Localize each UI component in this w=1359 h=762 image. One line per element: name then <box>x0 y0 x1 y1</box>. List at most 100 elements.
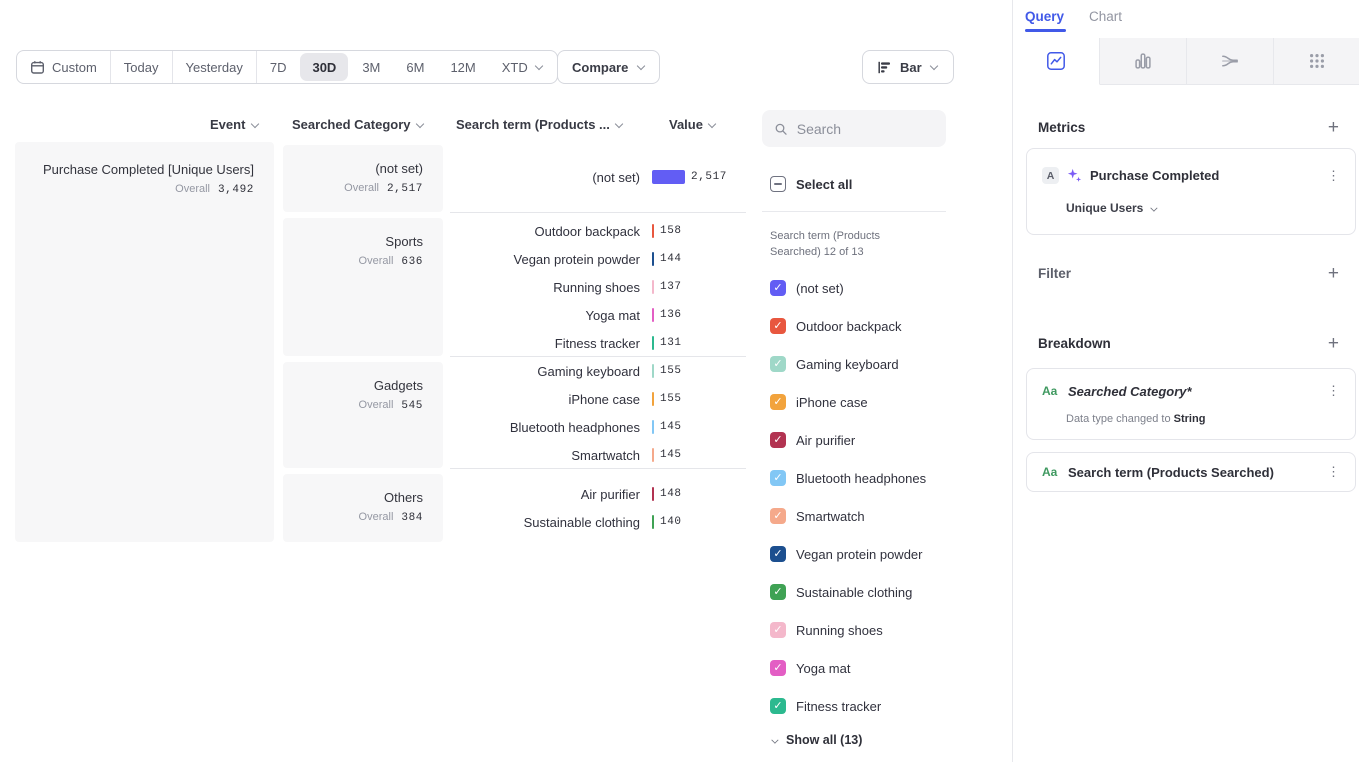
legend-item-label: Yoga mat <box>796 661 850 676</box>
event-overall: Overall 3,492 <box>15 183 254 196</box>
kebab-menu-icon[interactable]: ⋮ <box>1324 464 1343 480</box>
category-card[interactable]: (not set)Overall2,517 <box>283 145 443 212</box>
date-xtd-button[interactable]: XTD <box>489 51 557 83</box>
flows-icon <box>1220 51 1240 71</box>
column-header-searched-category[interactable]: Searched Category <box>292 117 425 132</box>
term-row[interactable]: Running shoes137 <box>450 273 746 301</box>
checkbox-checked-icon[interactable]: ✓ <box>770 318 786 334</box>
checkbox-checked-icon[interactable]: ✓ <box>770 584 786 600</box>
term-row[interactable]: Air purifier148 <box>450 480 746 508</box>
checkbox-checked-icon[interactable]: ✓ <box>770 470 786 486</box>
legend-item-label: Sustainable clothing <box>796 585 912 600</box>
measurement-selector[interactable]: Unique Users <box>1066 201 1158 215</box>
term-value: 155 <box>660 365 682 377</box>
date-custom-button[interactable]: Custom <box>17 51 110 83</box>
search-box[interactable] <box>762 110 946 147</box>
checkbox-checked-icon[interactable]: ✓ <box>770 432 786 448</box>
checkbox-checked-icon[interactable]: ✓ <box>770 508 786 524</box>
checkbox-checked-icon[interactable]: ✓ <box>770 622 786 638</box>
term-label: Yoga mat <box>450 308 640 323</box>
date-6m-button[interactable]: 6M <box>393 51 437 83</box>
term-row[interactable]: Outdoor backpack158 <box>450 217 746 245</box>
viz-tab-flows[interactable] <box>1187 38 1274 85</box>
legend-group-label: Search term (Products Searched) 12 of 13 <box>770 228 880 260</box>
search-input[interactable] <box>797 121 934 137</box>
breakdown-property-name: Searched Category* <box>1068 384 1316 399</box>
checkbox-checked-icon[interactable]: ✓ <box>770 660 786 676</box>
legend-item[interactable]: ✓ Bluetooth headphones <box>770 459 926 497</box>
legend-item[interactable]: ✓Smartwatch <box>770 497 865 535</box>
legend-item[interactable]: ✓(not set) <box>770 269 844 307</box>
date-12m-label: 12M <box>450 60 475 75</box>
legend-item[interactable]: ✓ Yoga mat <box>770 649 850 687</box>
breakdown-card-searched-category[interactable]: Aa Searched Category* ⋮ Data type change… <box>1026 368 1356 440</box>
term-row[interactable]: Fitness tracker131 <box>450 329 746 357</box>
term-row[interactable]: Smartwatch145 <box>450 441 746 469</box>
column-header-search-term[interactable]: Search term (Products ... <box>456 117 624 132</box>
column-header-event[interactable]: Event <box>210 117 259 132</box>
date-7d-button[interactable]: 7D <box>257 51 300 83</box>
viz-tab-insights[interactable] <box>1013 38 1100 85</box>
checkbox-checked-icon[interactable]: ✓ <box>770 394 786 410</box>
date-yesterday-button[interactable]: Yesterday <box>173 51 256 83</box>
legend-item[interactable]: ✓Outdoor backpack <box>770 307 902 345</box>
viz-tab-bar-chart[interactable] <box>1100 38 1187 85</box>
category-card[interactable]: OthersOverall384 <box>283 474 443 542</box>
checkbox-indeterminate-icon[interactable] <box>770 176 786 192</box>
checkbox-checked-icon[interactable]: ✓ <box>770 356 786 372</box>
legend-item-label: Bluetooth headphones <box>796 471 926 486</box>
legend-item-label: Running shoes <box>796 623 883 638</box>
term-row[interactable]: iPhone case155 <box>450 385 746 413</box>
chevron-down-icon <box>535 63 544 72</box>
select-all[interactable]: Select all <box>770 172 852 196</box>
date-3m-button[interactable]: 3M <box>349 51 393 83</box>
legend-item[interactable]: ✓Gaming keyboard <box>770 345 899 383</box>
term-row[interactable]: Bluetooth headphones145 <box>450 413 746 441</box>
category-overall: Overall545 <box>283 399 423 412</box>
term-row[interactable]: Sustainable clothing140 <box>450 508 746 536</box>
checkbox-checked-icon[interactable]: ✓ <box>770 698 786 714</box>
legend-item[interactable]: ✓Vegan protein powder <box>770 535 922 573</box>
term-label: (not set) <box>450 170 640 185</box>
date-30d-button-selected[interactable]: 30D <box>300 53 348 81</box>
term-row[interactable]: Gaming keyboard155 <box>450 357 746 385</box>
metrics-grid-icon <box>1307 51 1327 71</box>
viz-tab-metrics[interactable] <box>1274 38 1359 85</box>
date-12m-button[interactable]: 12M <box>437 51 488 83</box>
search-icon <box>774 121 788 137</box>
legend-item[interactable]: ✓ Sustainable clothing <box>770 573 912 611</box>
compare-button[interactable]: Compare <box>557 50 660 84</box>
add-metric-button[interactable]: + <box>1328 118 1339 137</box>
kebab-menu-icon[interactable]: ⋮ <box>1324 383 1343 399</box>
overall-value: 3,492 <box>218 184 254 196</box>
add-breakdown-button[interactable]: + <box>1328 334 1339 353</box>
bar-chart-icon <box>1133 51 1153 71</box>
kebab-menu-icon[interactable]: ⋮ <box>1324 168 1343 184</box>
term-label: Outdoor backpack <box>450 224 640 239</box>
term-row[interactable]: Vegan protein powder144 <box>450 245 746 273</box>
overall-label: Overall <box>344 182 379 194</box>
term-row[interactable]: (not set)2,517 <box>450 163 746 191</box>
legend-item[interactable]: ✓Fitness tracker <box>770 687 881 725</box>
date-today-button[interactable]: Today <box>111 51 172 83</box>
event-title: Purchase Completed [Unique Users] <box>15 162 254 177</box>
term-row[interactable]: Yoga mat136 <box>450 301 746 329</box>
chevron-down-icon <box>250 120 259 129</box>
column-header-value[interactable]: Value <box>669 117 717 132</box>
legend-item[interactable]: ✓Air purifier <box>770 421 855 459</box>
metric-card[interactable]: A Purchase Completed ⋮ Unique Users <box>1026 148 1356 235</box>
legend-item[interactable]: ✓iPhone case <box>770 383 868 421</box>
add-filter-button[interactable]: + <box>1328 264 1339 283</box>
checkbox-checked-icon[interactable]: ✓ <box>770 546 786 562</box>
series-filter-panel: Select all Search term (Products Searche… <box>762 0 946 762</box>
category-card[interactable]: GadgetsOverall545 <box>283 362 443 468</box>
category-card[interactable]: SportsOverall636 <box>283 218 443 356</box>
legend-item[interactable]: ✓ Running shoes <box>770 611 883 649</box>
event-card[interactable]: Purchase Completed [Unique Users] Overal… <box>15 142 274 542</box>
breakdown-card-search-term[interactable]: Aa Search term (Products Searched) ⋮ <box>1026 452 1356 492</box>
tab-query[interactable]: Query <box>1025 9 1064 24</box>
show-all-button[interactable]: Show all (13) <box>770 733 862 747</box>
tab-chart[interactable]: Chart <box>1089 9 1122 24</box>
checkbox-checked-icon[interactable]: ✓ <box>770 280 786 296</box>
term-label: iPhone case <box>450 392 640 407</box>
